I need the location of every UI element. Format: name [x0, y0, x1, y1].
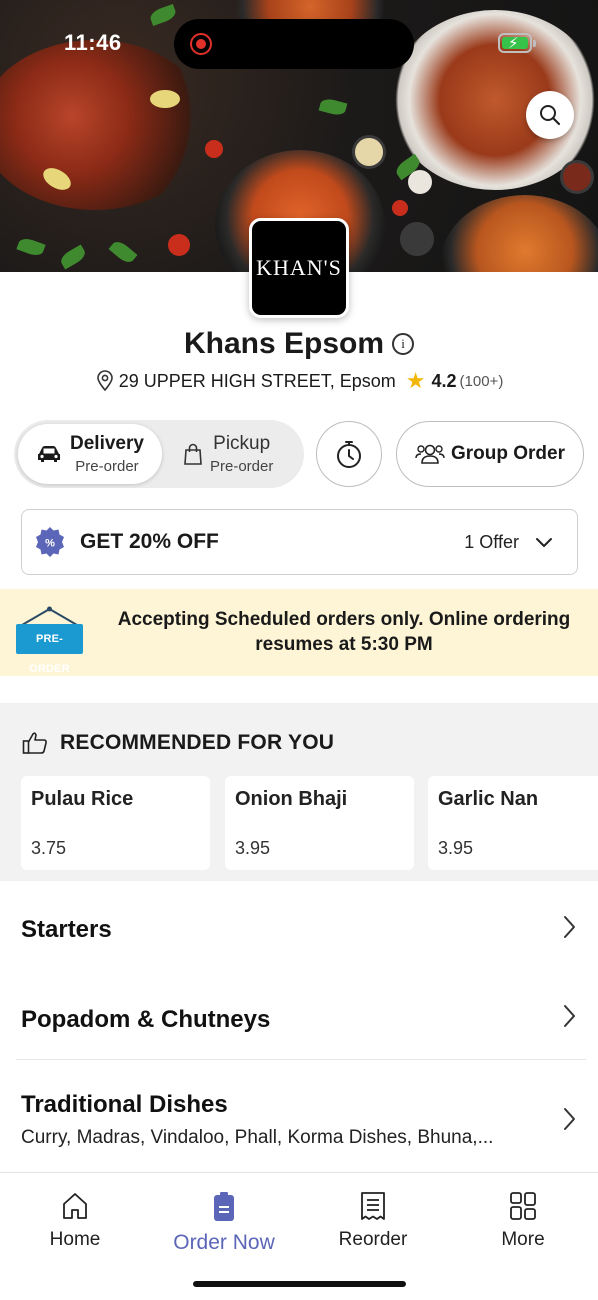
delivery-label: Delivery: [70, 433, 144, 454]
preorder-badge: PRE-ORDER: [16, 624, 83, 675]
star-icon: ★: [405, 368, 426, 393]
search-icon: [540, 105, 561, 126]
restaurant-name-row: Khans Epsom i: [0, 326, 598, 361]
pickup-mode-button[interactable]: Pickup Pre-order: [174, 424, 300, 484]
offer-count: 1 Offer: [464, 531, 519, 552]
recommended-item-price: 3.75: [31, 838, 67, 858]
category-name: Popadom & Chutneys: [21, 1006, 271, 1033]
group-order-button[interactable]: Group Order: [396, 421, 584, 487]
address-row: 29 UPPER HIGH STREET, Epsom ★ 4.2 (100+): [0, 370, 598, 392]
schedule-notice: PRE-ORDER Accepting Scheduled orders onl…: [0, 589, 598, 676]
recommended-item-price: 3.95: [438, 838, 474, 858]
order-mode-toggle: Delivery Pre-order Pickup Pre-order: [14, 420, 304, 488]
recommended-item-card[interactable]: Onion Bhaji 3.95: [225, 776, 414, 870]
grid-icon: [510, 1192, 536, 1220]
pickup-sub-label: Pre-order: [210, 458, 274, 475]
category-row-popadom[interactable]: Popadom & Chutneys: [0, 973, 598, 1059]
recommended-title: RECOMMENDED FOR YOU: [60, 731, 335, 754]
herb-decoration: [16, 235, 46, 259]
tab-label: Reorder: [338, 1229, 408, 1250]
schedule-time-button[interactable]: [316, 421, 382, 487]
bowl-decoration: [560, 160, 594, 194]
recording-icon: [190, 33, 212, 55]
discount-badge-icon: %: [36, 527, 64, 557]
tab-home[interactable]: Home: [0, 1191, 150, 1251]
pickup-label: Pickup: [213, 433, 271, 454]
order-icon: [214, 1192, 234, 1221]
stopwatch-icon: [337, 441, 361, 468]
thumbs-up-icon: [22, 732, 47, 754]
chevron-right-icon: [564, 916, 575, 938]
recommended-section: RECOMMENDED FOR YOU Pulau Rice 3.75 Onio…: [0, 703, 598, 881]
food-dish-image: [440, 195, 598, 272]
tab-label: More: [501, 1229, 545, 1250]
category-description: Curry, Madras, Vindaloo, Phall, Korma Di…: [21, 1127, 494, 1148]
herb-decoration: [318, 96, 348, 118]
delivery-mode-button[interactable]: Delivery Pre-order: [18, 424, 162, 484]
home-indicator: [193, 1281, 406, 1287]
location-pin-icon: [96, 370, 113, 392]
restaurant-address: 29 UPPER HIGH STREET, Epsom: [118, 370, 396, 391]
bowl-decoration: [352, 135, 386, 169]
rating-value: 4.2: [431, 370, 457, 391]
category-row-traditional[interactable]: Traditional Dishes Curry, Madras, Vindal…: [0, 1060, 598, 1172]
restaurant-name: Khans Epsom: [183, 327, 385, 361]
recommended-item-price: 3.95: [235, 838, 271, 858]
food-dish-image: [0, 40, 210, 210]
tab-label: Home: [49, 1229, 101, 1250]
preorder-sign-icon: PRE-ORDER: [16, 606, 83, 675]
recommended-item-name: Garlic Nan: [438, 788, 539, 810]
lemon-decoration: [150, 90, 180, 108]
tomato-decoration: [205, 140, 223, 158]
home-icon: [63, 1193, 87, 1219]
group-users-icon: [415, 444, 445, 464]
tomato-decoration: [168, 234, 190, 256]
tab-label: Order Now: [173, 1231, 275, 1254]
status-time: 11:46: [64, 30, 122, 55]
recommended-item-name: Onion Bhaji: [235, 788, 348, 810]
notice-text: Accepting Scheduled orders only. Online …: [117, 609, 571, 655]
search-button[interactable]: [526, 91, 574, 139]
category-name: Starters: [21, 916, 112, 943]
logo-text: KHAN'S: [256, 255, 342, 280]
group-order-label: Group Order: [450, 443, 565, 464]
herb-decoration: [108, 238, 138, 266]
category-row-starters[interactable]: Starters: [0, 881, 598, 973]
tab-order-now[interactable]: Order Now: [149, 1191, 299, 1255]
tab-more[interactable]: More: [448, 1191, 598, 1251]
herb-decoration: [58, 244, 88, 270]
rating-count: (100+): [459, 372, 504, 390]
recommended-item-card[interactable]: Pulau Rice 3.75: [21, 776, 210, 870]
tomato-decoration: [392, 200, 408, 216]
dynamic-island: [174, 19, 414, 69]
chevron-right-icon: [564, 1005, 575, 1027]
shopping-bag-icon: [184, 443, 202, 465]
herb-decoration: [148, 3, 178, 27]
restaurant-logo: KHAN'S: [249, 218, 349, 318]
recommended-item-card[interactable]: Garlic Nan 3.95: [428, 776, 598, 870]
recommended-item-name: Pulau Rice: [31, 788, 134, 810]
chevron-right-icon: [564, 1108, 575, 1130]
recommended-header: RECOMMENDED FOR YOU: [22, 731, 334, 755]
category-name: Traditional Dishes: [21, 1091, 228, 1118]
info-icon[interactable]: i: [392, 333, 415, 356]
car-icon: [38, 446, 60, 462]
battery-icon: ⚡: [498, 33, 536, 53]
svg-text:%: %: [45, 538, 55, 550]
tab-reorder[interactable]: Reorder: [298, 1191, 448, 1251]
offer-banner[interactable]: % GET 20% OFF 1 Offer: [21, 509, 578, 575]
bowl-decoration: [400, 222, 434, 256]
offer-title: GET 20% OFF: [80, 530, 219, 553]
receipt-icon: [361, 1192, 385, 1220]
chevron-down-icon: [536, 538, 552, 547]
delivery-sub-label: Pre-order: [75, 458, 139, 475]
garlic-decoration: [408, 170, 432, 194]
